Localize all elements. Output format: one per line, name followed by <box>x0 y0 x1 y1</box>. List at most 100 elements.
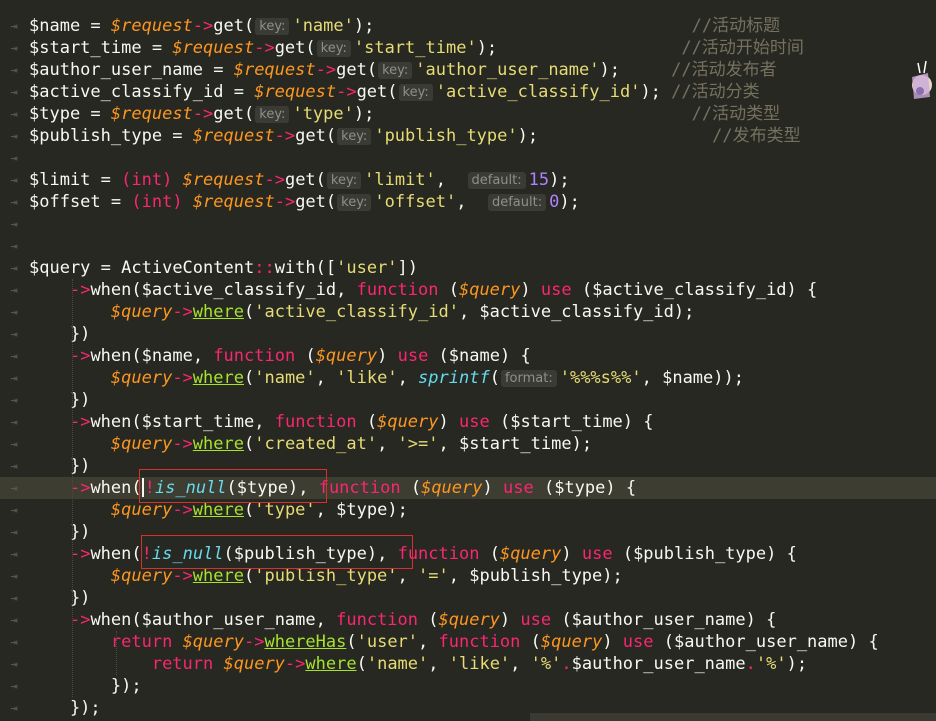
code-token: is_null <box>154 478 227 498</box>
code-line[interactable]: ⇥ <box>0 147 936 169</box>
parameter-hint: key: <box>337 128 372 145</box>
code-line[interactable]: ⇥ return $query->where('name', 'like', '… <box>0 653 936 675</box>
code-token: , <box>397 368 419 388</box>
horizontal-scrollbar[interactable] <box>530 713 936 721</box>
code-token: 'active_classify_id' <box>254 302 459 322</box>
code-token: -> <box>69 478 91 498</box>
code-line[interactable]: ⇥ ->when(!is_null($type), function ($que… <box>0 477 936 499</box>
fold-marker-icon: ⇥ <box>10 173 18 187</box>
code-token: = <box>203 60 234 80</box>
code-line[interactable]: ⇥ ->when($start_time, function ($query) … <box>0 411 936 433</box>
code-token: $publish_type <box>633 544 767 564</box>
fold-marker-icon: ⇥ <box>10 19 18 33</box>
code-token: $request <box>182 170 265 190</box>
code-line[interactable]: ⇥ $offset = (int) $request->get(key:'offs… <box>0 191 936 213</box>
code-line[interactable]: ⇥ <box>0 235 936 257</box>
code-token: ( <box>366 60 378 80</box>
code-line[interactable]: ⇥ $active_classify_id = $request->get(key… <box>0 81 936 103</box>
code-token: ) <box>602 632 623 652</box>
code-line[interactable]: ⇥ $author_user_name = $request->get(key: '… <box>0 59 936 81</box>
code-line[interactable]: ⇥ $name = $request->get(key:'name'); //活动… <box>0 15 936 37</box>
code-token: $request <box>254 82 337 102</box>
code-token: ( <box>428 346 449 366</box>
code-line[interactable]: ⇥ $query->where('type', $type); <box>0 499 936 521</box>
code-text: $offset = (int) $request->get(key:'offse… <box>29 191 580 213</box>
code-token: ( <box>571 280 593 300</box>
code-token: ( <box>243 368 255 388</box>
code-token: , <box>448 566 470 586</box>
code-token: , <box>641 368 663 388</box>
code-token: , <box>336 280 357 300</box>
fold-marker-icon: ⇥ <box>10 569 18 583</box>
code-line[interactable]: ⇥ $start_time = $request->get(key:'start_… <box>0 37 936 59</box>
fold-marker-icon: ⇥ <box>10 151 18 165</box>
code-line[interactable]: ⇥ $type = $request->get(key:'type'); //活动… <box>0 103 936 125</box>
code-token: function <box>213 346 296 366</box>
code-line[interactable]: ⇥ return $query->whereHas('user', functi… <box>0 631 936 653</box>
code-text: $publish_type = $request->get(key:'publi… <box>29 125 801 147</box>
fold-marker-icon: ⇥ <box>10 107 18 121</box>
code-token: get <box>213 16 244 36</box>
code-token: ) <box>561 544 582 564</box>
code-line[interactable]: ⇥ $query->where('active_classify_id', $a… <box>0 301 936 323</box>
code-token: ( <box>520 632 541 652</box>
code-line[interactable]: ⇥ }) <box>0 587 936 609</box>
code-token: //活动标题 <box>374 16 781 36</box>
code-text: $author_user_name = $request->get(key:'a… <box>29 59 777 81</box>
code-text: $active_classify_id = $request->get(key:… <box>29 81 760 103</box>
code-line[interactable]: ⇥ }); <box>0 675 936 697</box>
code-line[interactable]: ⇥ $query->where('created_at', '>=', $sta… <box>0 433 936 455</box>
code-line[interactable]: ⇥ }) <box>0 389 936 411</box>
code-token: $type <box>336 500 388 520</box>
code-token: get <box>295 192 326 212</box>
code-token: , <box>377 434 398 454</box>
code-token: ( <box>226 478 237 498</box>
code-token: }); <box>29 698 101 718</box>
code-token: //发布类型 <box>538 126 801 146</box>
code-line[interactable]: ⇥ }) <box>0 455 936 477</box>
code-token: -> <box>254 38 275 58</box>
code-token: ); <box>353 16 375 36</box>
code-line[interactable]: ⇥ $publish_type = $request->get(key:'publ… <box>0 125 936 147</box>
code-line[interactable]: ⇥ $query->where('name', 'like', sprintf(… <box>0 367 936 389</box>
code-line[interactable]: ⇥ $limit = (int) $request->get(key:'limit… <box>0 169 936 191</box>
code-token: ) { <box>499 346 531 366</box>
code-token: //活动发布者 <box>619 60 777 80</box>
code-line[interactable]: ⇥ $query = ActiveContent::with(['user']) <box>0 257 936 279</box>
code-token: $query <box>223 654 285 674</box>
code-line[interactable]: ⇥ ->when($active_classify_id, function (… <box>0 279 936 301</box>
code-editor[interactable]: ⇥ $name = $request->get(key:'name'); //活动… <box>0 0 936 721</box>
parameter-hint: default: <box>467 172 526 189</box>
code-token: ( <box>295 346 316 366</box>
code-token: $query <box>377 412 439 432</box>
code-line[interactable]: ⇥ ->when(!is_null($publish_type), functi… <box>0 543 936 565</box>
code-token: }) <box>29 522 91 542</box>
code-token: . <box>745 654 756 674</box>
code-line[interactable]: ⇥ $query->where('publish_type', '=', $pu… <box>0 565 936 587</box>
code-token: ( <box>131 280 142 300</box>
code-token: $query <box>110 566 173 586</box>
code-line[interactable]: ⇥ ->when($name, function ($query) use ($… <box>0 345 936 367</box>
code-token: $query <box>421 478 483 498</box>
fold-marker-icon: ⇥ <box>10 195 18 209</box>
code-token: ]) <box>397 258 419 278</box>
code-text: ->when($active_classify_id, function ($q… <box>29 279 817 301</box>
code-line[interactable]: ⇥ }) <box>0 323 936 345</box>
fold-marker-icon: ⇥ <box>10 261 18 275</box>
fold-marker-icon: ⇥ <box>10 327 18 341</box>
code-line[interactable]: ⇥ }) <box>0 521 936 543</box>
code-token: 'name' <box>366 654 429 674</box>
code-token: }) <box>29 390 91 410</box>
code-token: ( <box>387 82 398 102</box>
code-token: ( <box>356 412 378 432</box>
code-line[interactable]: ⇥ <box>0 213 936 235</box>
code-line[interactable]: ⇥ ->when($author_user_name, function ($q… <box>0 609 936 631</box>
code-token: $start_time <box>29 38 142 58</box>
code-token: get <box>213 104 244 124</box>
code-token: = <box>162 126 193 146</box>
code-token: = <box>80 104 111 124</box>
